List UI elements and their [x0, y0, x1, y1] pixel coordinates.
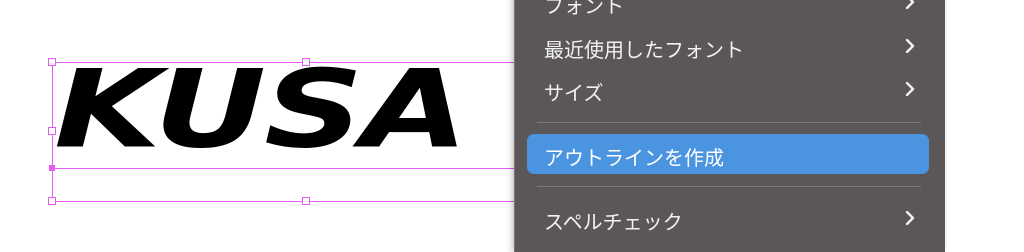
chevron-right-icon [905, 39, 915, 53]
text-anchor-point[interactable] [49, 165, 55, 171]
menu-item-create-outlines[interactable]: アウトラインを作成 [527, 134, 929, 174]
menu-item-label: アウトラインを作成 [544, 146, 724, 170]
resize-handle-top-center[interactable] [302, 58, 310, 66]
menu-item-font[interactable]: フォント [527, 0, 929, 22]
menu-item-spell-check[interactable]: スペルチェック [527, 198, 929, 238]
chevron-right-icon [905, 211, 915, 225]
resize-handle-top-left[interactable] [48, 58, 56, 66]
chevron-right-icon [905, 82, 915, 96]
menu-separator [537, 122, 921, 123]
menu-item-label: 最近使用したフォント [544, 38, 744, 62]
menu-separator [537, 186, 921, 187]
resize-handle-bottom-left[interactable] [48, 197, 56, 205]
selection-edge-bottom [52, 201, 514, 202]
text-baseline [52, 168, 514, 169]
menu-item-label: フォント [544, 0, 624, 18]
menu-item-label: サイズ [544, 81, 604, 105]
artwork-text-object[interactable]: KUSA [54, 56, 468, 164]
chevron-right-icon [905, 0, 915, 9]
menu-item-size[interactable]: サイズ [527, 69, 929, 109]
context-menu: フォント 最近使用したフォント サイズ アウトラインを作成 スペルチェック [514, 0, 945, 252]
menu-item-label: スペルチェック [544, 210, 683, 234]
resize-handle-middle-left[interactable] [48, 127, 56, 135]
selection-edge-top [52, 62, 514, 63]
resize-handle-bottom-center[interactable] [302, 197, 310, 205]
menu-item-recent-fonts[interactable]: 最近使用したフォント [527, 26, 929, 66]
